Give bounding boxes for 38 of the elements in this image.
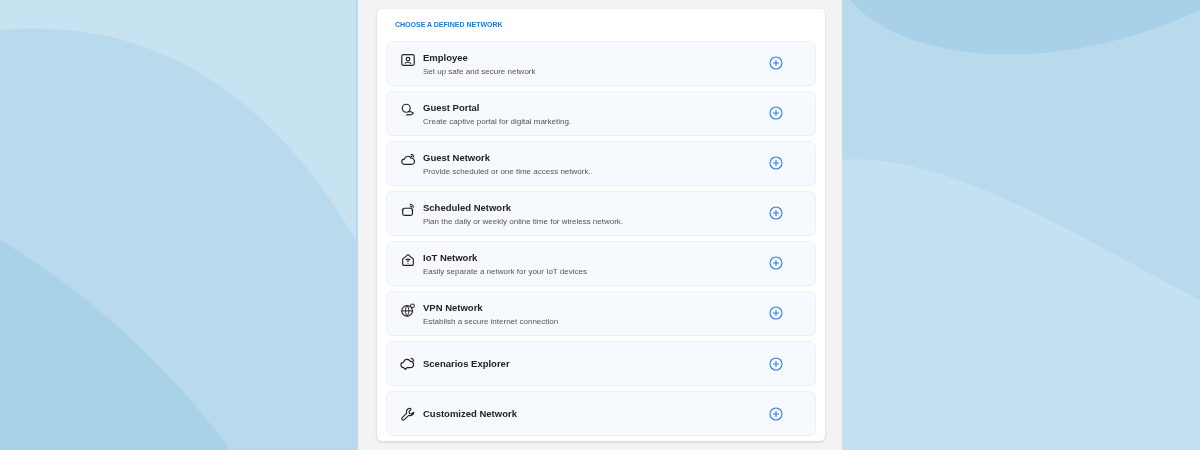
network-option[interactable]: VPN Network Establish a secure internet connection — [386, 291, 816, 336]
cloud-signal-icon — [400, 355, 416, 372]
chat-bubbles-icon — [400, 102, 416, 118]
option-description: Easily separate a network for your IoT devices — [423, 267, 588, 276]
option-description: Plan the daily or weekly online time for wireless network. — [423, 217, 625, 226]
option-description: Establish a secure internet connection — [423, 317, 560, 326]
network-option[interactable]: IoT Network Easily separate a network for your IoT devices — [386, 241, 816, 286]
option-title: Guest Network — [423, 152, 492, 163]
network-option[interactable]: Employee Set up safe and secure network — [386, 41, 816, 86]
add-icon[interactable] — [769, 356, 783, 371]
add-icon[interactable] — [769, 256, 783, 270]
option-title: Guest Portal — [423, 102, 481, 113]
badge-person-icon — [400, 52, 416, 68]
option-description: Provide scheduled or one time access network.. — [423, 167, 594, 176]
add-icon[interactable] — [769, 106, 783, 120]
option-description: Create captive portal for digital marketing. — [423, 117, 573, 126]
add-icon[interactable] — [769, 156, 783, 170]
house-wifi-icon — [400, 252, 416, 268]
option-title: Employee — [423, 52, 469, 63]
network-option[interactable]: Guest Network Provide scheduled or one time access network.. — [386, 141, 816, 186]
add-icon[interactable] — [769, 406, 783, 421]
option-title: Scheduled Network — [423, 202, 513, 213]
option-title: Customized Network — [423, 408, 518, 419]
network-option[interactable]: Guest Portal Create captive portal for digital marketing. — [386, 91, 816, 136]
network-option[interactable]: Scenarios Explorer — [386, 341, 816, 386]
globe-lock-icon — [400, 302, 416, 318]
add-icon[interactable] — [769, 206, 783, 220]
router-wifi-icon — [400, 202, 416, 218]
option-title: Scenarios Explorer — [423, 358, 511, 369]
network-option[interactable]: Scheduled Network Plan the daily or weekly online time for wireless network. — [386, 191, 816, 236]
wrench-icon — [400, 405, 416, 422]
add-icon[interactable] — [769, 56, 783, 70]
option-title: VPN Network — [423, 302, 484, 313]
add-icon[interactable] — [769, 306, 783, 320]
cloud-wifi-icon — [400, 152, 416, 168]
network-option[interactable]: Customized Network — [386, 391, 816, 436]
option-description: Set up safe and secure network — [423, 67, 537, 76]
option-title: IoT Network — [423, 252, 479, 263]
